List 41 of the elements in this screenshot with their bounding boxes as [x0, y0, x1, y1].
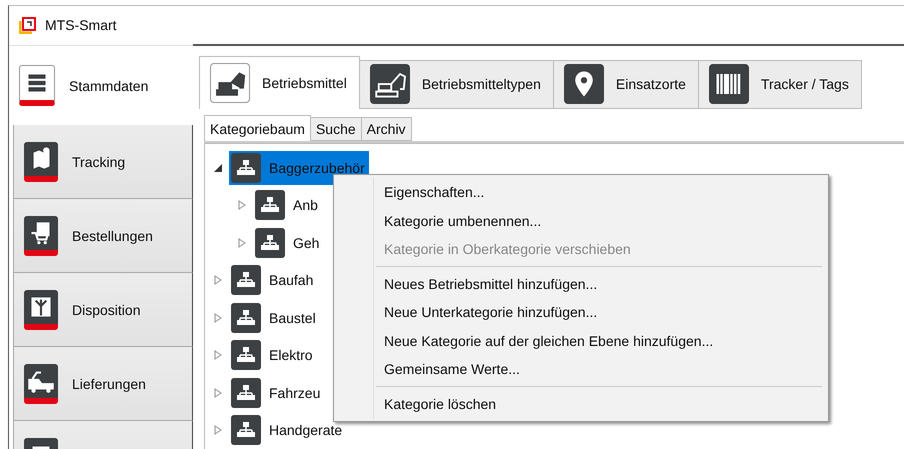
tree-node[interactable]: Geh	[253, 226, 324, 260]
map-pin-icon	[24, 142, 58, 182]
menu-item[interactable]: Neue Unterkategorie hinzufügen...	[334, 298, 828, 326]
tree-node[interactable]: Anb	[253, 188, 322, 222]
tab[interactable]: Betriebsmittel	[199, 56, 360, 109]
tab[interactable]: Archiv	[362, 116, 412, 141]
menu-item[interactable]: Kategorie umbenennen...	[334, 206, 828, 235]
sidebar-item[interactable]: Disposition	[13, 273, 193, 347]
tab[interactable]: Suche	[310, 116, 362, 141]
tab[interactable]: Einsatzorte	[554, 60, 699, 109]
tree-node[interactable]: Fahrzeu	[229, 376, 324, 410]
menu-item[interactable]: Gemeinsame Werte...	[334, 355, 828, 384]
menu-item[interactable]: Neues Betriebsmittel hinzufügen...	[334, 270, 828, 298]
board-icon	[24, 290, 58, 330]
hierarchy-icon	[231, 302, 261, 333]
sidebar-item[interactable]: Tracking	[13, 125, 193, 199]
hierarchy-icon	[255, 190, 285, 220]
list-icon	[19, 65, 55, 106]
cart-icon	[24, 216, 58, 256]
sidebar-item[interactable]: Bestellungen	[13, 199, 193, 273]
tab[interactable]: Tracker / Tags	[698, 60, 862, 109]
location-pin-icon	[564, 64, 604, 104]
tree-node[interactable]: Elektro	[229, 338, 317, 372]
hierarchy-icon	[231, 265, 261, 296]
hierarchy-icon	[255, 228, 285, 258]
menu-item[interactable]: Neue Kategorie auf der gleichen Ebene hinzufügen...	[334, 326, 828, 355]
sidebar-item[interactable]: Lieferungen	[13, 347, 193, 421]
tab[interactable]: Kategoriebaum	[204, 114, 311, 141]
tree-node[interactable]: Baggerzubehör	[229, 150, 369, 185]
window-title: MTS-Smart	[45, 17, 117, 33]
app-logo-icon	[19, 16, 37, 34]
tab[interactable]: Betriebsmitteltypen	[360, 60, 554, 109]
hierarchy-icon	[231, 340, 261, 370]
tree-node[interactable]: Baustel	[229, 300, 320, 335]
expander-icon[interactable]	[213, 162, 223, 173]
hierarchy-icon	[231, 152, 261, 183]
hierarchy-icon	[231, 378, 261, 408]
truck-icon	[24, 364, 58, 404]
tree-node[interactable]: Baufah	[229, 263, 318, 298]
hierarchy-icon	[231, 415, 261, 446]
barcode-icon	[708, 64, 749, 104]
